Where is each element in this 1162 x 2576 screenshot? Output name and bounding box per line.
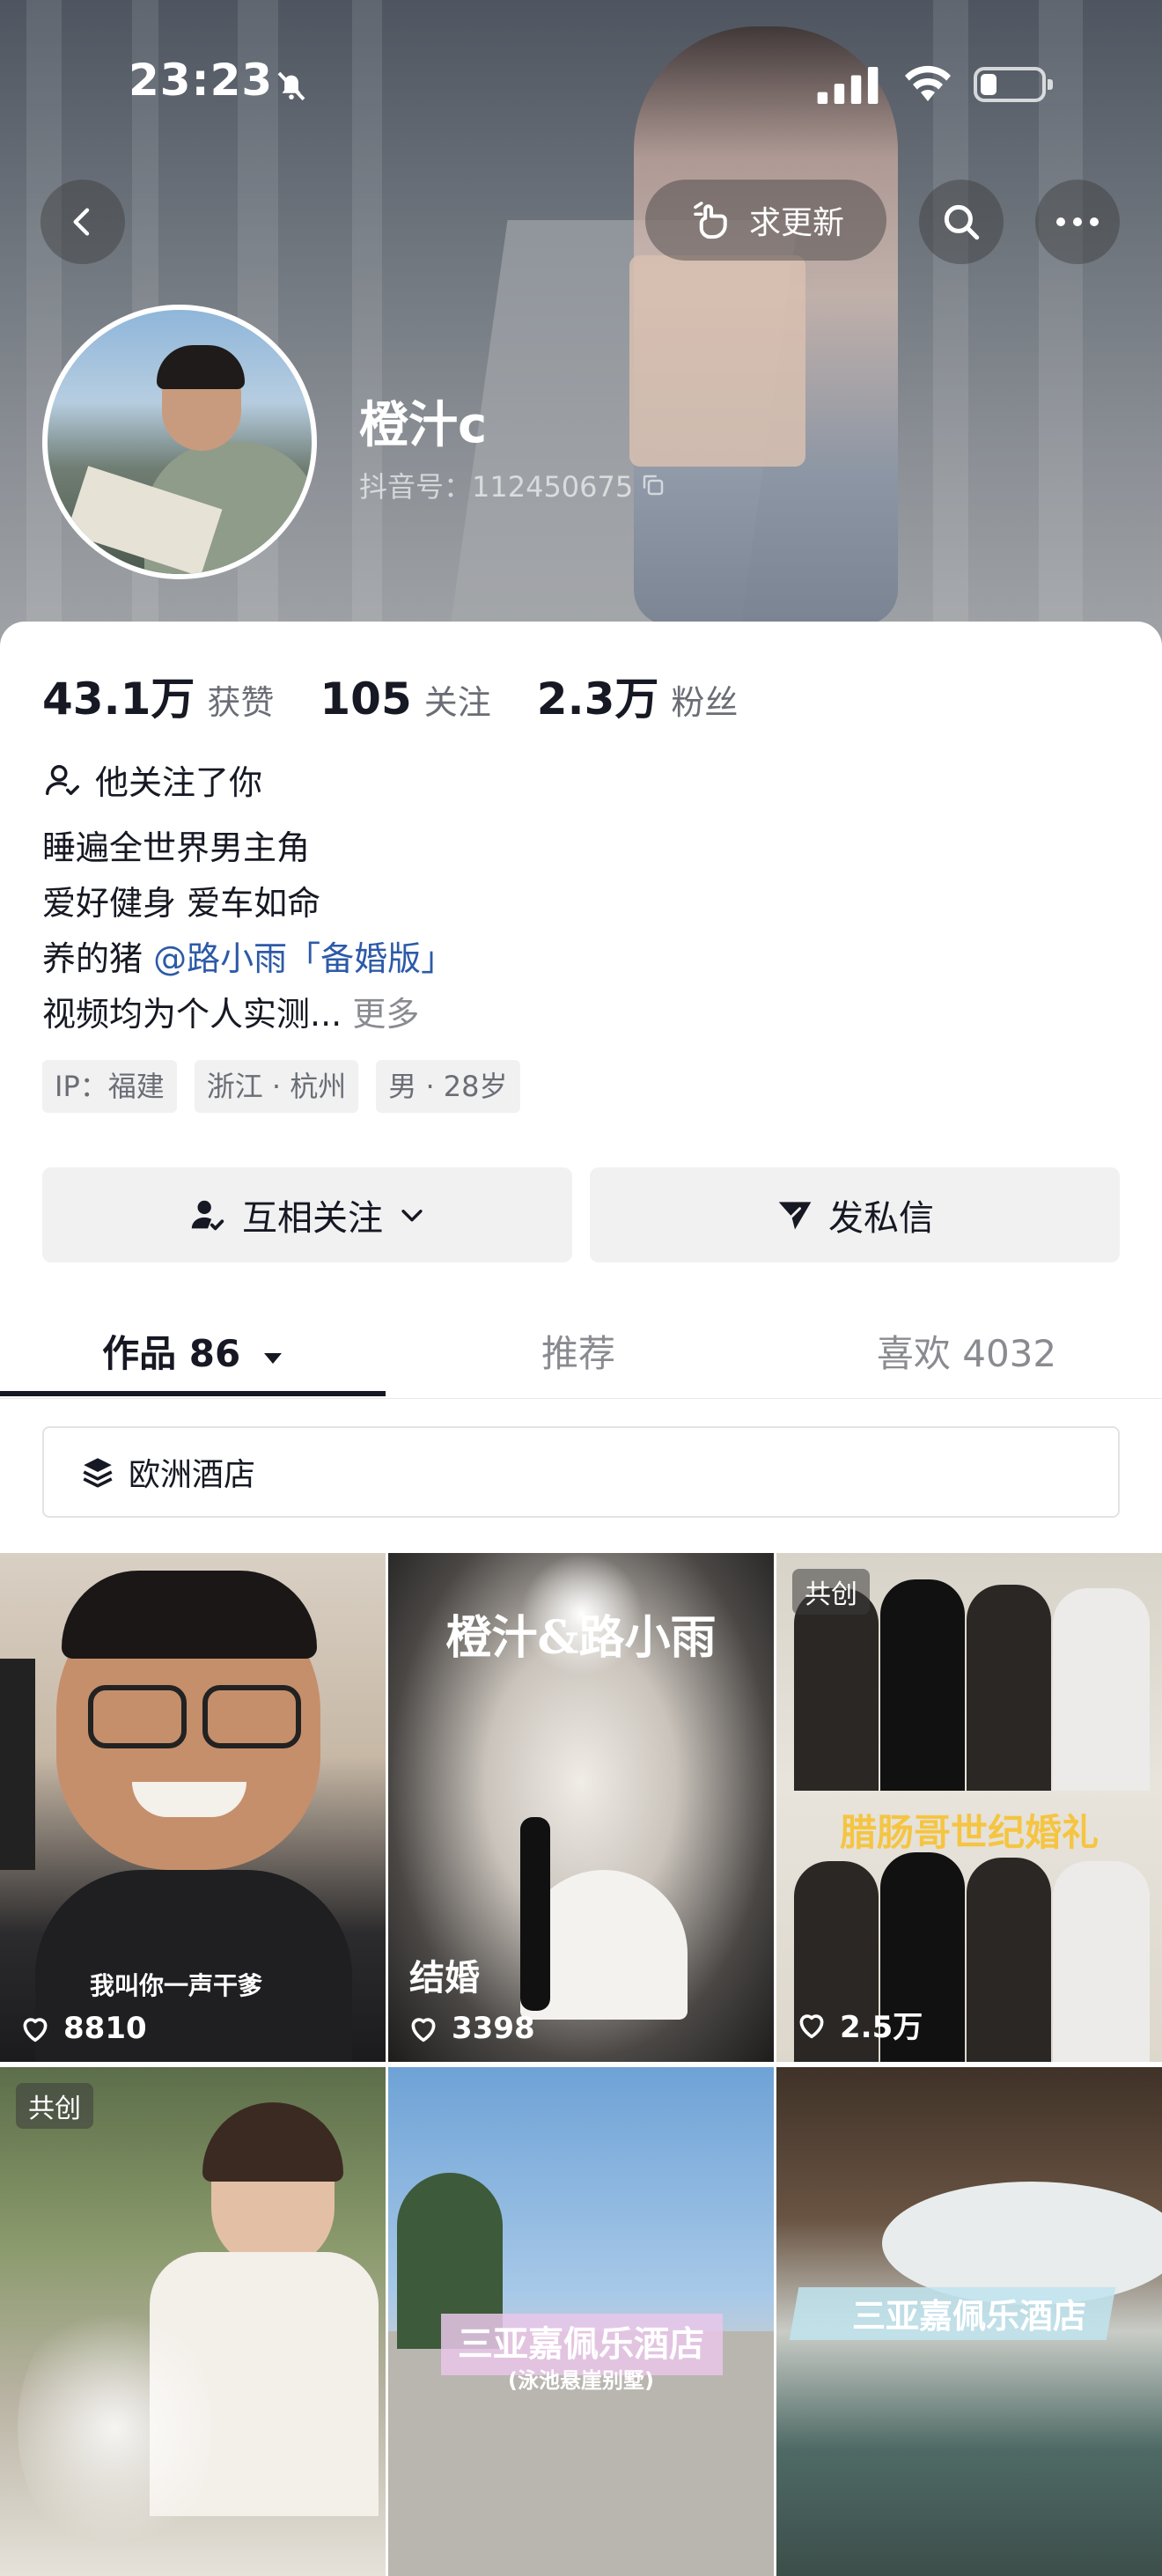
video-title: 橙汁&路小雨 [445,1611,717,1665]
stat-label: 获赞 [207,683,275,722]
tab-recommend[interactable]: 推荐 [386,1310,771,1398]
video-likes-count: 3398 [452,2011,535,2046]
bio-line: 养的猪 @路小雨「备婚版」 [42,931,454,987]
video-likes: 3398 [406,2011,535,2046]
avatar[interactable] [42,305,317,579]
search-icon [944,204,980,240]
tab-likes[interactable]: 喜欢 4032 [771,1310,1162,1398]
mutual-follow-button[interactable]: 互相关注 [42,1167,572,1262]
co-creation-badge: 共创 [16,2083,93,2129]
bio-line: 视频均为个人实测... 更多 [42,987,454,1042]
send-message-button[interactable]: 发私信 [590,1167,1120,1262]
douyin-id[interactable]: 抖音号：112450675 [359,465,666,505]
stat-value: 43.1万 [42,673,195,725]
co-creation-badge: 共创 [792,1569,870,1615]
video-thumbnail[interactable]: 橙汁&路小雨 结婚 3398 [388,1553,774,2062]
layers-icon [83,1458,113,1488]
stat-followers[interactable]: 2.3万 粉丝 [537,664,739,727]
tab-works-label: 作品 86 [102,1332,241,1375]
user-check-filled-icon [191,1200,224,1231]
stat-likes[interactable]: 43.1万 获赞 [42,664,274,727]
collection-chip[interactable]: 欧洲酒店 [42,1426,1120,1518]
video-thumbnail[interactable]: 三亚嘉佩乐酒店 (泳池悬崖别墅) [388,2067,774,2576]
tab-works[interactable]: 作品 86 [0,1310,386,1398]
video-likes-count: 2.5万 [840,2010,923,2045]
bio-line: 爱好健身 爱车如命 [42,884,321,923]
gender-age-tag: 男 · 28岁 [376,1060,520,1113]
video-subtitle: (泳池悬崖别墅) [508,2368,654,2393]
mutual-follow-label: 互相关注 [242,1198,383,1239]
profile-username: 橙汁c [359,397,488,454]
chevron-down-icon [401,1210,423,1222]
ip-location-tag: IP：福建 [42,1060,177,1113]
stat-following[interactable]: 105 关注 [320,673,490,725]
profile-stats: 43.1万 获赞 105 关注 2.3万 粉丝 [42,664,783,727]
battery-icon [974,67,1053,102]
send-icon [778,1202,812,1230]
follows-you-text: 他关注了你 [95,763,263,802]
video-caption: 结婚 [409,1958,480,1998]
pointing-hand-icon [694,202,727,239]
caret-down-icon [263,1353,282,1364]
tab-recommend-label: 推荐 [541,1332,615,1375]
video-likes: 2.5万 [794,2003,923,2046]
stat-label: 关注 [423,683,491,722]
douyin-id-text: 抖音号：112450675 [359,470,634,504]
bell-muted-icon [277,71,305,101]
cellular-signal-icon [817,67,879,104]
bio-more-link[interactable]: 更多 [352,995,419,1034]
tab-active-indicator [0,1391,386,1396]
video-title: 三亚嘉佩乐酒店 [851,2297,1086,2336]
bio-mention-link[interactable]: @路小雨「备婚版」 [153,939,454,978]
tab-likes-label: 喜欢 4032 [876,1332,1057,1375]
video-likes-count: 8810 [63,2011,147,2046]
bio-text: 视频均为个人实测... [42,995,342,1034]
send-message-label: 发私信 [828,1198,934,1239]
video-title: 腊肠哥世纪婚礼 [839,1811,1099,1854]
stat-value: 105 [320,673,412,725]
wifi-icon [905,65,951,101]
request-update-label: 求更新 [748,205,844,241]
video-thumbnail[interactable]: 腊肠哥世纪婚礼 共创 2.5万 [776,1553,1162,2062]
search-button[interactable] [919,180,1004,264]
more-dots-icon [1056,217,1099,226]
video-likes: 8810 [18,2011,147,2046]
bio-text: 养的猪 [42,939,154,978]
video-thumbnail[interactable]: 共创 [0,2067,386,2576]
video-caption: 我叫你一声干爹 [89,1971,262,2000]
heart-outline-icon [799,2013,824,2038]
copy-icon[interactable] [640,472,666,498]
profile-tags: IP：福建 浙江 · 杭州 男 · 28岁 [42,1060,520,1113]
stat-label: 粉丝 [671,683,739,722]
status-time: 23:23 [129,55,274,106]
heart-outline-icon [23,2018,48,2042]
collection-label: 欧洲酒店 [129,1457,256,1493]
follows-you-indicator: 他关注了你 [42,755,262,804]
chevron-left-icon [73,208,90,236]
profile-bio: 睡遍全世界男主角 爱好健身 爱车如命 养的猪 @路小雨「备婚版」 视频均为个人实… [42,821,454,1042]
request-update-button[interactable]: 求更新 [645,180,886,261]
video-title: 三亚嘉佩乐酒店 [458,2324,704,2365]
video-thumbnail[interactable]: 我叫你一声干爹 8810 [0,1553,386,2062]
user-check-icon [46,764,79,795]
status-bar: 23:23 [0,0,1162,167]
location-tag[interactable]: 浙江 · 杭州 [194,1060,359,1113]
stat-value: 2.3万 [536,673,659,725]
heart-outline-icon [411,2018,436,2042]
back-button[interactable] [40,180,125,264]
content-tabs: 作品 86 推荐 喜欢 4032 [0,1310,1162,1399]
bio-line: 睡遍全世界男主角 [42,828,311,867]
video-thumbnail[interactable]: 三亚嘉佩乐酒店 [776,2067,1162,2576]
more-options-button[interactable] [1035,180,1120,264]
